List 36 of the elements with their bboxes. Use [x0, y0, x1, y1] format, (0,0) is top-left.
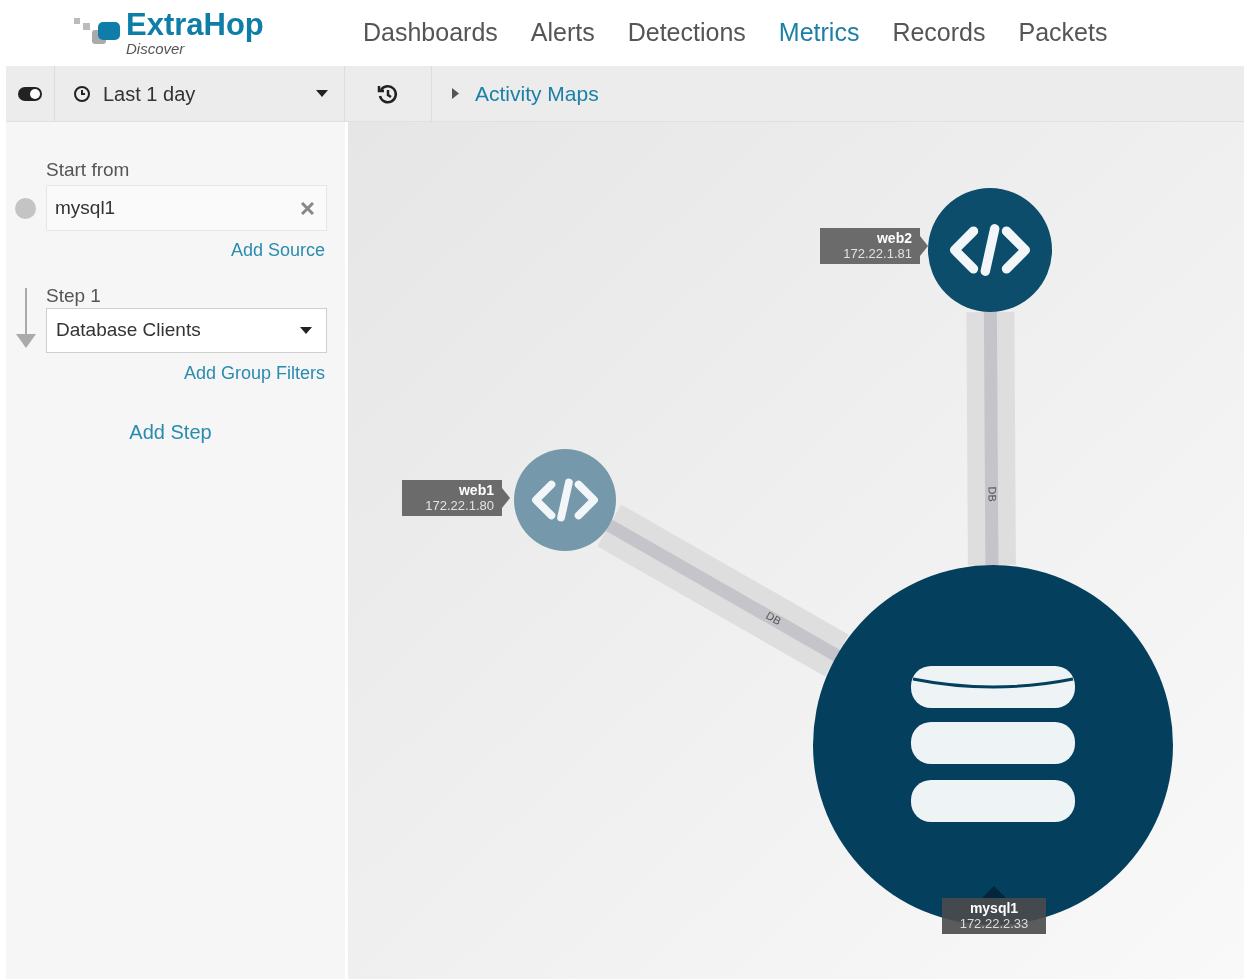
node-ip: 172.22.1.81	[843, 246, 912, 262]
group-select[interactable]: Database Clients	[46, 308, 327, 353]
server-node[interactable]	[514, 449, 616, 551]
nav-tab[interactable]: Alerts	[530, 14, 595, 52]
code-icon	[949, 224, 1031, 276]
add-filters-link[interactable]: Add Group Filters	[183, 360, 325, 387]
link-label: DB	[764, 609, 784, 628]
node-name: web1	[459, 482, 494, 498]
step-label: Step 1	[46, 284, 102, 308]
nav-tab[interactable]: Detections	[627, 14, 746, 52]
database-icon	[911, 666, 1075, 822]
node-name: mysql1	[969, 900, 1019, 916]
nav-tab[interactable]: Metrics	[778, 14, 860, 52]
time-range-selector[interactable]: Last 1 day	[55, 66, 345, 121]
caret-icon	[300, 326, 312, 335]
logo-subtitle: Discover	[126, 41, 185, 57]
nav-tab[interactable]: Records	[892, 14, 986, 52]
breadcrumb-link[interactable]: Activity Maps	[475, 77, 599, 110]
nav-tab[interactable]: Dashboards	[363, 14, 498, 52]
server-node[interactable]	[928, 188, 1052, 312]
node-ip: 172.22.1.80	[425, 498, 494, 514]
clear-icon[interactable]	[301, 201, 314, 215]
code-icon	[532, 478, 598, 522]
caret-icon	[316, 89, 328, 98]
node-name: web2	[877, 230, 912, 246]
down-arrow-icon	[15, 288, 37, 350]
clock-icon	[73, 84, 91, 103]
expand-icon[interactable]	[452, 88, 459, 99]
add-step-link[interactable]: Add Step	[129, 417, 212, 447]
nav-tab[interactable]: Packets	[1018, 14, 1108, 52]
toggle-icon[interactable]	[17, 85, 43, 102]
source-field[interactable]: mysql1	[46, 185, 327, 231]
add-source-link[interactable]: Add Source	[230, 237, 325, 264]
field-label: Start from	[46, 158, 131, 182]
node-ip: 172.22.2.33	[959, 916, 1029, 932]
link-label: DB	[986, 486, 999, 502]
